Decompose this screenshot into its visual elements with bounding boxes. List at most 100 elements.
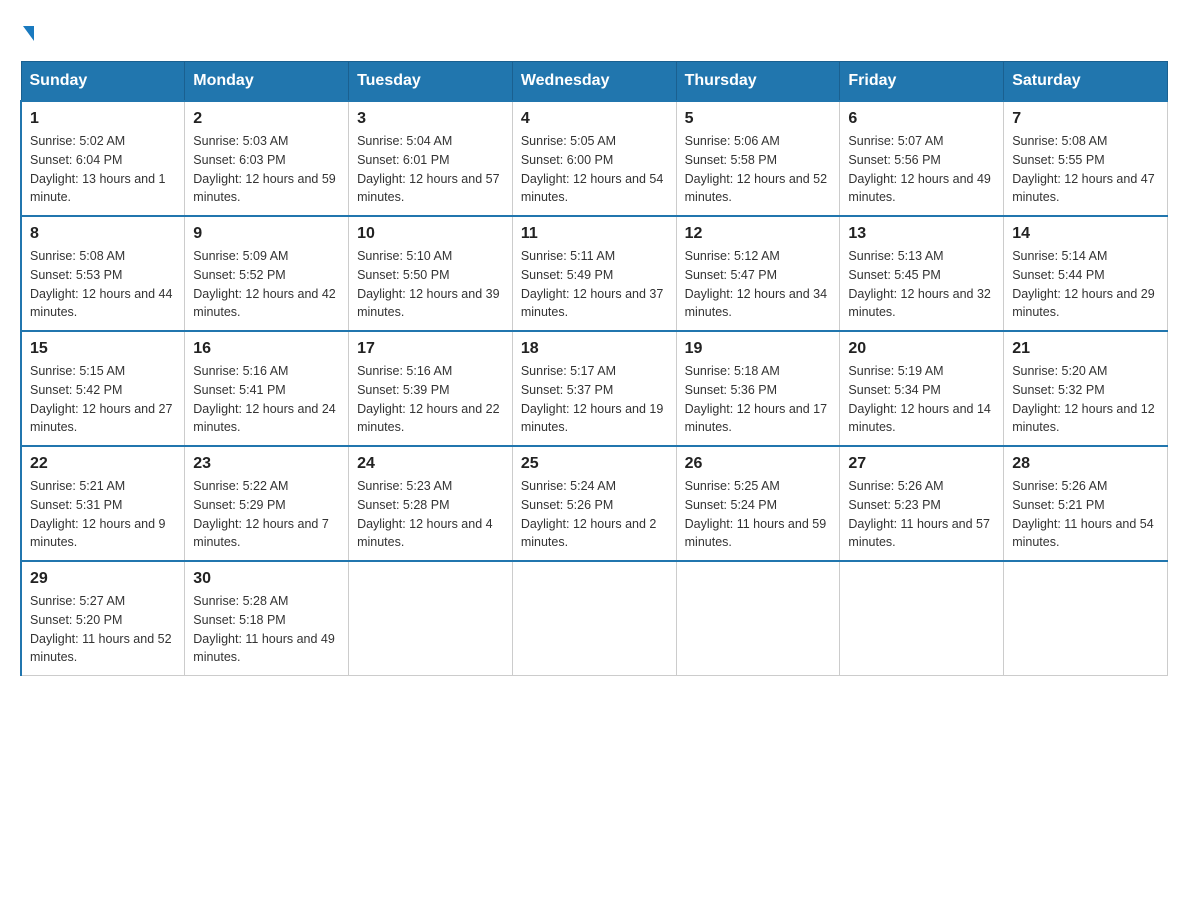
week-row-4: 22 Sunrise: 5:21 AM Sunset: 5:31 PM Dayl… [21,446,1168,561]
day-number: 12 [685,225,832,243]
calendar-body: 1 Sunrise: 5:02 AM Sunset: 6:04 PM Dayli… [21,101,1168,676]
day-number: 24 [357,455,504,473]
day-info: Sunrise: 5:11 AM Sunset: 5:49 PM Dayligh… [521,247,668,322]
day-number: 11 [521,225,668,243]
calendar-cell: 1 Sunrise: 5:02 AM Sunset: 6:04 PM Dayli… [21,101,185,216]
day-info: Sunrise: 5:18 AM Sunset: 5:36 PM Dayligh… [685,362,832,437]
day-number: 22 [30,455,176,473]
day-info: Sunrise: 5:15 AM Sunset: 5:42 PM Dayligh… [30,362,176,437]
day-number: 15 [30,340,176,358]
day-info: Sunrise: 5:19 AM Sunset: 5:34 PM Dayligh… [848,362,995,437]
calendar-table: SundayMondayTuesdayWednesdayThursdayFrid… [20,61,1168,676]
day-info: Sunrise: 5:10 AM Sunset: 5:50 PM Dayligh… [357,247,504,322]
calendar-cell: 2 Sunrise: 5:03 AM Sunset: 6:03 PM Dayli… [185,101,349,216]
day-number: 14 [1012,225,1159,243]
day-number: 18 [521,340,668,358]
calendar-cell: 18 Sunrise: 5:17 AM Sunset: 5:37 PM Dayl… [512,331,676,446]
day-number: 7 [1012,110,1159,128]
day-info: Sunrise: 5:08 AM Sunset: 5:53 PM Dayligh… [30,247,176,322]
day-number: 6 [848,110,995,128]
calendar-cell: 6 Sunrise: 5:07 AM Sunset: 5:56 PM Dayli… [840,101,1004,216]
day-number: 20 [848,340,995,358]
calendar-cell: 23 Sunrise: 5:22 AM Sunset: 5:29 PM Dayl… [185,446,349,561]
day-info: Sunrise: 5:16 AM Sunset: 5:39 PM Dayligh… [357,362,504,437]
calendar-header-friday: Friday [840,62,1004,102]
day-info: Sunrise: 5:16 AM Sunset: 5:41 PM Dayligh… [193,362,340,437]
calendar-cell: 5 Sunrise: 5:06 AM Sunset: 5:58 PM Dayli… [676,101,840,216]
day-info: Sunrise: 5:26 AM Sunset: 5:23 PM Dayligh… [848,477,995,552]
day-number: 9 [193,225,340,243]
day-info: Sunrise: 5:04 AM Sunset: 6:01 PM Dayligh… [357,132,504,207]
day-info: Sunrise: 5:22 AM Sunset: 5:29 PM Dayligh… [193,477,340,552]
calendar-cell: 30 Sunrise: 5:28 AM Sunset: 5:18 PM Dayl… [185,561,349,676]
calendar-cell: 26 Sunrise: 5:25 AM Sunset: 5:24 PM Dayl… [676,446,840,561]
calendar-cell: 7 Sunrise: 5:08 AM Sunset: 5:55 PM Dayli… [1004,101,1168,216]
calendar-cell: 15 Sunrise: 5:15 AM Sunset: 5:42 PM Dayl… [21,331,185,446]
week-row-1: 1 Sunrise: 5:02 AM Sunset: 6:04 PM Dayli… [21,101,1168,216]
calendar-cell [512,561,676,676]
calendar-cell: 19 Sunrise: 5:18 AM Sunset: 5:36 PM Dayl… [676,331,840,446]
day-number: 30 [193,570,340,588]
day-info: Sunrise: 5:08 AM Sunset: 5:55 PM Dayligh… [1012,132,1159,207]
calendar-cell: 4 Sunrise: 5:05 AM Sunset: 6:00 PM Dayli… [512,101,676,216]
calendar-cell: 16 Sunrise: 5:16 AM Sunset: 5:41 PM Dayl… [185,331,349,446]
calendar-header-row: SundayMondayTuesdayWednesdayThursdayFrid… [21,62,1168,102]
day-info: Sunrise: 5:12 AM Sunset: 5:47 PM Dayligh… [685,247,832,322]
calendar-cell: 22 Sunrise: 5:21 AM Sunset: 5:31 PM Dayl… [21,446,185,561]
calendar-cell: 17 Sunrise: 5:16 AM Sunset: 5:39 PM Dayl… [349,331,513,446]
day-number: 23 [193,455,340,473]
day-info: Sunrise: 5:25 AM Sunset: 5:24 PM Dayligh… [685,477,832,552]
day-number: 1 [30,110,176,128]
calendar-cell: 3 Sunrise: 5:04 AM Sunset: 6:01 PM Dayli… [349,101,513,216]
day-number: 25 [521,455,668,473]
calendar-cell: 11 Sunrise: 5:11 AM Sunset: 5:49 PM Dayl… [512,216,676,331]
day-info: Sunrise: 5:23 AM Sunset: 5:28 PM Dayligh… [357,477,504,552]
day-number: 17 [357,340,504,358]
calendar-cell: 13 Sunrise: 5:13 AM Sunset: 5:45 PM Dayl… [840,216,1004,331]
logo [20,20,34,41]
day-info: Sunrise: 5:28 AM Sunset: 5:18 PM Dayligh… [193,592,340,667]
calendar-header-monday: Monday [185,62,349,102]
calendar-cell: 20 Sunrise: 5:19 AM Sunset: 5:34 PM Dayl… [840,331,1004,446]
calendar-cell: 27 Sunrise: 5:26 AM Sunset: 5:23 PM Dayl… [840,446,1004,561]
week-row-3: 15 Sunrise: 5:15 AM Sunset: 5:42 PM Dayl… [21,331,1168,446]
week-row-5: 29 Sunrise: 5:27 AM Sunset: 5:20 PM Dayl… [21,561,1168,676]
calendar-cell: 8 Sunrise: 5:08 AM Sunset: 5:53 PM Dayli… [21,216,185,331]
calendar-cell: 29 Sunrise: 5:27 AM Sunset: 5:20 PM Dayl… [21,561,185,676]
calendar-cell: 28 Sunrise: 5:26 AM Sunset: 5:21 PM Dayl… [1004,446,1168,561]
day-info: Sunrise: 5:26 AM Sunset: 5:21 PM Dayligh… [1012,477,1159,552]
day-info: Sunrise: 5:21 AM Sunset: 5:31 PM Dayligh… [30,477,176,552]
calendar-cell: 24 Sunrise: 5:23 AM Sunset: 5:28 PM Dayl… [349,446,513,561]
day-number: 3 [357,110,504,128]
day-info: Sunrise: 5:02 AM Sunset: 6:04 PM Dayligh… [30,132,176,207]
day-number: 5 [685,110,832,128]
calendar-header-wednesday: Wednesday [512,62,676,102]
day-number: 21 [1012,340,1159,358]
day-info: Sunrise: 5:07 AM Sunset: 5:56 PM Dayligh… [848,132,995,207]
calendar-cell [1004,561,1168,676]
calendar-cell: 12 Sunrise: 5:12 AM Sunset: 5:47 PM Dayl… [676,216,840,331]
calendar-cell [349,561,513,676]
calendar-header-sunday: Sunday [21,62,185,102]
day-number: 10 [357,225,504,243]
day-number: 8 [30,225,176,243]
day-info: Sunrise: 5:05 AM Sunset: 6:00 PM Dayligh… [521,132,668,207]
day-info: Sunrise: 5:27 AM Sunset: 5:20 PM Dayligh… [30,592,176,667]
day-number: 27 [848,455,995,473]
day-info: Sunrise: 5:03 AM Sunset: 6:03 PM Dayligh… [193,132,340,207]
day-number: 13 [848,225,995,243]
page-header [20,20,1168,41]
day-info: Sunrise: 5:06 AM Sunset: 5:58 PM Dayligh… [685,132,832,207]
day-info: Sunrise: 5:09 AM Sunset: 5:52 PM Dayligh… [193,247,340,322]
calendar-cell: 10 Sunrise: 5:10 AM Sunset: 5:50 PM Dayl… [349,216,513,331]
day-number: 16 [193,340,340,358]
calendar-cell: 25 Sunrise: 5:24 AM Sunset: 5:26 PM Dayl… [512,446,676,561]
day-number: 19 [685,340,832,358]
day-info: Sunrise: 5:20 AM Sunset: 5:32 PM Dayligh… [1012,362,1159,437]
calendar-cell [676,561,840,676]
day-number: 26 [685,455,832,473]
day-info: Sunrise: 5:17 AM Sunset: 5:37 PM Dayligh… [521,362,668,437]
calendar-header-saturday: Saturday [1004,62,1168,102]
day-number: 29 [30,570,176,588]
day-info: Sunrise: 5:13 AM Sunset: 5:45 PM Dayligh… [848,247,995,322]
